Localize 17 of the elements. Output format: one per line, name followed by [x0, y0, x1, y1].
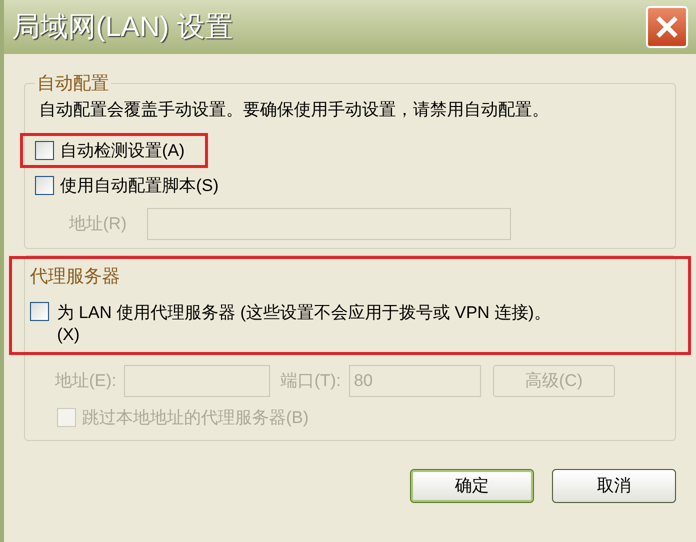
window-title: 局域网(LAN) 设置 — [12, 10, 233, 44]
cancel-button[interactable]: 取消 — [552, 469, 676, 503]
close-button[interactable] — [646, 6, 688, 48]
checkbox[interactable] — [35, 176, 54, 196]
checkbox-label: 自动检测设置(A) — [60, 140, 185, 162]
address-label: 地址(R) — [69, 212, 127, 235]
group-title: 自动配置 — [36, 72, 110, 95]
checkbox-label: 跳过本地地址的代理服务器(B) — [82, 406, 309, 428]
port-label: 端口(T): — [280, 370, 341, 392]
close-icon — [655, 15, 679, 39]
group-title: 代理服务器 — [30, 264, 121, 288]
ok-button[interactable]: 确定 — [410, 469, 534, 503]
address-label: 地址(E): — [55, 370, 116, 392]
checkbox-label: 为 LAN 使用代理服务器 (这些设置不会应用于拨号或 VPN 连接)。(X) — [57, 302, 552, 346]
checkbox[interactable] — [35, 140, 54, 160]
description-text: 自动配置会覆盖手动设置。要确保使用手动设置，请禁用自动配置。 — [39, 99, 550, 121]
checkbox-label: 使用自动配置脚本(S) — [60, 175, 219, 197]
